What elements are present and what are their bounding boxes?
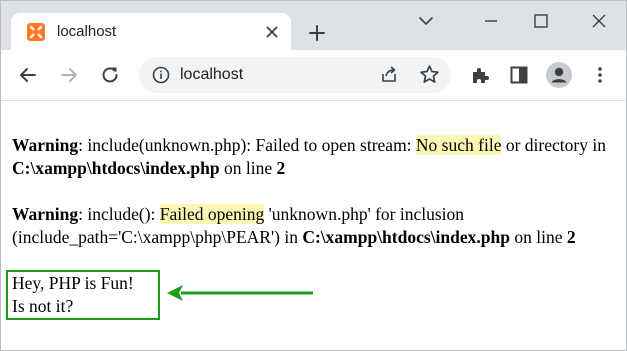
address-bar[interactable]: localhost [139, 57, 451, 93]
file-path: C:\xampp\htdocs\index.php [12, 158, 220, 178]
file-path: C:\xampp\htdocs\index.php [302, 227, 510, 247]
info-icon[interactable] [152, 66, 170, 84]
close-icon[interactable] [263, 23, 281, 41]
highlighted-text: No such file [415, 135, 502, 155]
sidepanel-icon[interactable] [508, 64, 530, 86]
chevron-down-icon[interactable] [414, 9, 438, 33]
extensions-icon[interactable] [469, 64, 491, 86]
line-number: 2 [566, 227, 576, 247]
highlighted-text: Failed opening [159, 204, 265, 224]
warning-message-2: Warning: include(): Failed opening 'unkn… [12, 204, 576, 247]
warning-label: Warning [12, 135, 79, 155]
output-line-1: Hey, PHP is Fun! [12, 273, 134, 293]
browser-toolbar: localhost [1, 50, 626, 101]
warning-message-1: Warning: include(unknown.php): Failed to… [12, 135, 606, 178]
maximize-icon[interactable] [529, 9, 553, 33]
script-output: Hey, PHP is Fun! Is not it? [12, 272, 134, 318]
browser-window: localhost localhost Warning: include(unk… [0, 0, 627, 351]
back-arrow-icon[interactable] [17, 64, 39, 86]
tab-localhost[interactable]: localhost [11, 13, 291, 50]
forward-arrow-icon[interactable] [58, 64, 80, 86]
kebab-menu-icon[interactable] [589, 64, 611, 86]
xampp-favicon-icon [27, 23, 45, 41]
plus-icon[interactable] [307, 23, 327, 43]
output-line-2: Is not it? [12, 296, 74, 316]
tab-title: localhost [57, 23, 117, 40]
profile-icon[interactable] [546, 62, 572, 88]
reload-icon[interactable] [99, 64, 121, 86]
line-number: 2 [276, 158, 286, 178]
warning-label: Warning [12, 204, 79, 224]
minimize-icon[interactable] [479, 9, 503, 33]
share-icon[interactable] [379, 65, 399, 85]
window-close-icon[interactable] [587, 9, 611, 33]
arrow-left-icon [167, 285, 313, 301]
tab-strip: localhost [1, 1, 626, 50]
url-text: localhost [180, 66, 244, 83]
star-icon[interactable] [419, 64, 440, 85]
page-content: Warning: include(unknown.php): Failed to… [12, 134, 617, 249]
